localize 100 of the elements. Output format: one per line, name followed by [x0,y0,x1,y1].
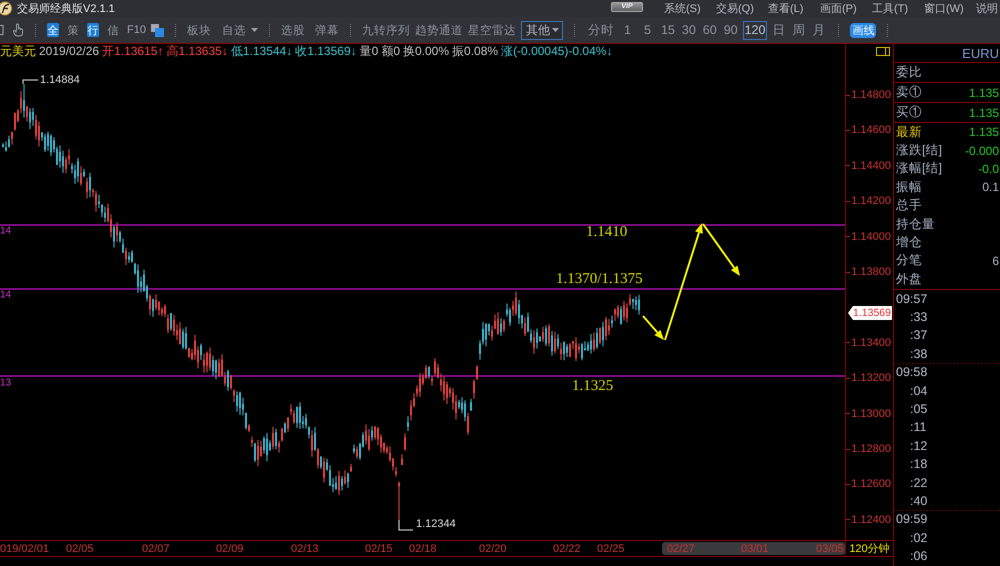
date-axis-label: 019/02/01 [0,542,49,554]
level-edge-label: 14 [0,290,12,300]
period-tab[interactable]: 5 [638,20,656,40]
price-axis-label: 1.13000 [846,407,893,420]
price-axis-label: 1.14000 [846,230,893,244]
trade-time: 09:57 [895,290,928,308]
toolbar-button[interactable]: 九转序列 [362,22,410,38]
toolbar-button[interactable]: F10 [127,23,146,37]
quote-value: -0.000 [964,144,999,158]
toolbar-button[interactable]: 趋势通道 [414,22,463,38]
trade-time: :40 [909,493,928,510]
toolbar-button[interactable]: 信 [107,23,119,37]
menu-item[interactable]: 系统(S) [664,1,716,16]
toolbar-button[interactable]: 星空雷达 [468,22,516,38]
quote-label: 总手 [896,197,922,214]
quote-label: 卖① [896,84,922,101]
trade-time: :04 [909,382,928,400]
date-axis-label: 02/07 [142,542,170,554]
quote-value: 1.135 [968,125,999,140]
menu-item[interactable]: 画面(P) [820,1,872,16]
select-dropdown[interactable]: 其他 [520,20,563,40]
period-tab[interactable]: 30 [680,20,698,40]
level-edge-label: 13 [0,378,12,388]
window-title: 交易师经典版V2.1.1 [17,2,115,16]
period-tab[interactable]: 日 [770,20,788,40]
quote-label: 涨幅[结] [896,160,942,178]
menu-item[interactable]: 查看(L) [768,1,820,16]
quote-value: 0.1 [982,180,999,194]
split-rectangle-icon[interactable] [876,46,890,56]
date-axis-label: 02/13 [291,542,319,554]
price-level-note: 1.1370/1.1375 [556,271,643,287]
trade-time: :18 [909,456,928,474]
menu-item[interactable]: 窗口(W) [924,1,976,16]
period-tab[interactable]: 1 [618,20,636,40]
period-tab[interactable]: 60 [700,20,719,40]
toolbar-button[interactable]: 选股 [280,22,305,38]
date-axis-label: 03/05 [816,542,844,554]
trade-time: :12 [909,438,928,455]
trade-time: :38 [909,346,928,363]
period-tab[interactable]: 周 [790,20,808,40]
trade-time: 09:59 [895,511,928,528]
menu-item[interactable]: 工具(T) [872,1,924,16]
quote-label: 增仓 [896,234,922,252]
period-tab[interactable]: 15 [658,20,677,40]
quote-field: 高1.13635↓ [166,44,228,58]
quote-label: 振幅 [896,178,922,196]
price-level-note: 1.1410 [586,224,628,240]
high-price-label: 1.14884 [40,74,80,86]
quote-label: 外盘 [896,270,922,288]
trade-time: :33 [909,309,928,326]
date-axis-label: 02/25 [597,542,625,554]
quote-field: 振0.08% [452,44,498,58]
toolbar-button[interactable]: 策 [67,23,79,37]
trade-time: :37 [909,327,928,344]
period-tab[interactable]: 90 [722,20,740,40]
quote-label: 涨跌[结] [896,142,942,160]
overlapping-squares-icon[interactable] [150,24,164,36]
dropdown-button[interactable]: 自选 [222,22,258,38]
quote-field: 涨(-0.00045)-0.04%↓ [501,44,612,58]
app-logo-icon [0,1,13,16]
square-outline-icon[interactable] [0,24,4,36]
date-axis-label: 02/09 [216,542,244,554]
toolbar-button[interactable]: 板块 [186,22,211,38]
menu-item[interactable]: 交易(Q) [716,1,768,16]
date-axis-label: 02/15 [365,542,393,554]
quote-label: 分笔 [896,252,922,270]
toolbar-button[interactable]: 弹幕 [314,22,339,38]
date-axis-label: 02/05 [66,542,94,554]
quote-field: 收1.13569↓ [295,44,357,58]
quote-value: -0.0 [978,162,999,176]
quote-field: 额0 [381,44,400,58]
period-tab[interactable]: 120 [742,20,768,40]
low-price-label: 1.12344 [416,518,456,530]
level-edge-label: 14 [0,226,12,236]
quote-label: 最新 [896,124,922,141]
leader-line [398,520,414,530]
caret-icon [250,28,258,32]
draw-line-button[interactable]: 画线 [850,22,876,38]
trade-time: :11 [909,419,928,436]
quote-value: 6 [992,254,999,268]
quote-label: 持仓量 [896,216,935,233]
period-tab[interactable]: 分时 [586,20,616,40]
date-axis-label: 03/01 [741,542,769,554]
trade-time: :02 [909,530,928,547]
quote-field: 换0.00% [403,44,450,58]
trade-time: :22 [909,474,928,492]
current-price-tag: 1.13569 [848,306,892,320]
toolbar-button[interactable]: 行 [87,23,99,37]
date-axis-label: 02/18 [409,542,437,554]
toolbar-button[interactable]: 全 [47,23,59,37]
trade-time: 09:58 [895,364,928,382]
symbol-code: EURU [894,44,1000,63]
menu-item[interactable]: 说明 [976,1,1000,16]
hand-pointer-icon[interactable] [13,23,24,37]
quote-label: 买① [896,104,922,121]
trade-time: :05 [909,401,928,418]
period-tab[interactable]: 月 [810,20,828,40]
price-axis-label: 1.14400 [846,159,893,172]
quote-field: 低1.13544↓ [230,44,292,58]
price-level-note: 1.1325 [572,378,614,394]
